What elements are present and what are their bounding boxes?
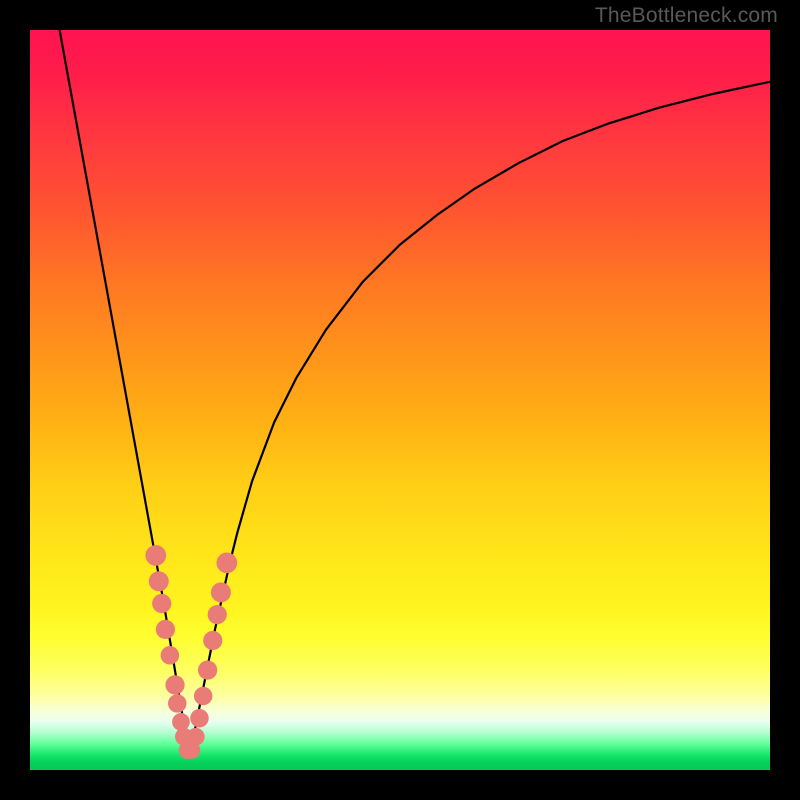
- curve-marker: [211, 582, 231, 602]
- attribution-label: TheBottleneck.com: [595, 4, 778, 28]
- curve-marker: [203, 631, 222, 650]
- plot-area: [30, 30, 770, 770]
- curve-marker: [168, 694, 187, 713]
- curve-marker: [165, 675, 184, 694]
- curve-marker: [190, 709, 209, 728]
- curve-marker: [145, 545, 166, 566]
- curve-marker: [194, 687, 213, 706]
- curve-marker: [156, 620, 175, 639]
- curve-marker: [187, 728, 205, 746]
- curve-marker: [198, 660, 217, 679]
- curve-markers-group: [145, 545, 237, 759]
- chart-frame: TheBottleneck.com: [0, 0, 800, 800]
- curve-marker: [172, 713, 190, 731]
- curve-marker: [152, 594, 171, 613]
- chart-svg: [30, 30, 770, 770]
- curve-marker: [149, 571, 169, 591]
- curve-marker: [161, 646, 180, 665]
- curve-marker: [216, 552, 237, 573]
- curve-marker: [208, 605, 227, 624]
- bottleneck-curve: [60, 30, 770, 755]
